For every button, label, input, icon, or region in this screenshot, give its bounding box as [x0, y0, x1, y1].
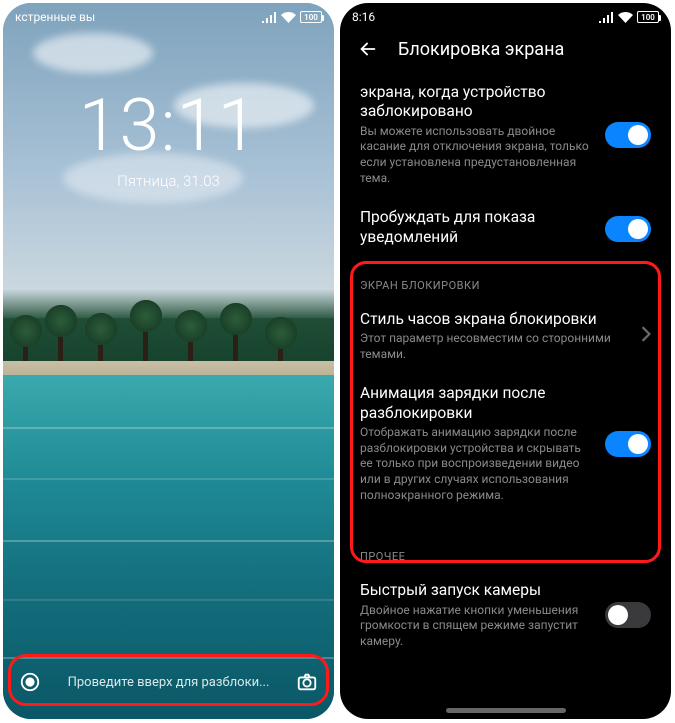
toggle-charging-animation[interactable]	[605, 431, 651, 457]
clock-time: 13:11	[3, 83, 334, 168]
setting-desc: Отображать анимацию зарядки после разбло…	[360, 425, 593, 503]
setting-charging-animation[interactable]: Анимация зарядки после разблокировки Ото…	[340, 374, 671, 515]
setting-title: Стиль часов экрана блокировки	[360, 310, 629, 329]
status-bar-right: 8:16 100	[340, 3, 671, 31]
carrier-text: кстренные вы	[15, 10, 95, 24]
setting-wake-for-notifications[interactable]: Пробуждать для показа уведомлений	[340, 198, 671, 261]
toggle-quick-camera[interactable]	[605, 602, 651, 628]
swipe-hint: Проведите вверх для разблоки...	[43, 675, 294, 690]
setting-title: экрана, когда устройство заблокировано	[360, 83, 593, 122]
lockscreen-clock: 13:11 Пятница, 31.03	[3, 83, 334, 190]
signal-icon	[262, 12, 277, 23]
toggle-double-tap-off[interactable]	[605, 122, 651, 148]
clock-date: Пятница, 31.03	[3, 172, 334, 190]
section-other: ПРОЧЕЕ	[340, 532, 671, 571]
setting-double-tap-off[interactable]: экрана, когда устройство заблокировано В…	[340, 73, 671, 198]
back-button[interactable]	[356, 37, 380, 61]
section-lockscreen: ЭКРАН БЛОКИРОВКИ	[340, 261, 671, 300]
status-time: 8:16	[352, 10, 375, 24]
page-title: Блокировка экрана	[398, 39, 564, 60]
settings-header: Блокировка экрана	[340, 33, 671, 71]
setting-desc: Двойное нажатие кнопки уменьшения громко…	[360, 603, 593, 650]
phone-lockscreen: кстренные вы 100 13:11 Пятница, 31.03 Пр…	[3, 3, 334, 719]
lockscreen-bottom-bar: Проведите вверх для разблоки...	[17, 669, 320, 695]
setting-quick-camera[interactable]: Быстрый запуск камеры Двойное нажатие кн…	[340, 571, 671, 661]
chevron-right-icon	[641, 326, 651, 346]
setting-desc: Вы можете использовать двойное касание д…	[360, 124, 593, 186]
toggle-wake-notifications[interactable]	[605, 216, 651, 242]
signal-icon	[599, 12, 614, 23]
wifi-icon	[281, 12, 296, 23]
wifi-icon	[618, 12, 633, 23]
nav-pill[interactable]	[446, 708, 566, 713]
camera-icon[interactable]	[294, 669, 320, 695]
battery-icon: 100	[300, 11, 322, 23]
gesture-nav-bar[interactable]	[340, 701, 671, 719]
setting-title: Быстрый запуск камеры	[360, 581, 593, 600]
phone-settings: 8:16 100 Блокировка экрана экрана, когда…	[340, 3, 671, 719]
setting-title: Анимация зарядки после разблокировки	[360, 384, 593, 423]
settings-list[interactable]: экрана, когда устройство заблокировано В…	[340, 73, 671, 701]
status-bar-left: кстренные вы 100	[3, 3, 334, 31]
battery-icon: 100	[637, 11, 659, 23]
remote-icon[interactable]	[17, 669, 43, 695]
setting-title: Пробуждать для показа уведомлений	[360, 208, 593, 247]
setting-clock-style[interactable]: Стиль часов экрана блокировки Этот парам…	[340, 300, 671, 375]
setting-desc: Этот параметр несовместим со сторонними …	[360, 331, 629, 362]
